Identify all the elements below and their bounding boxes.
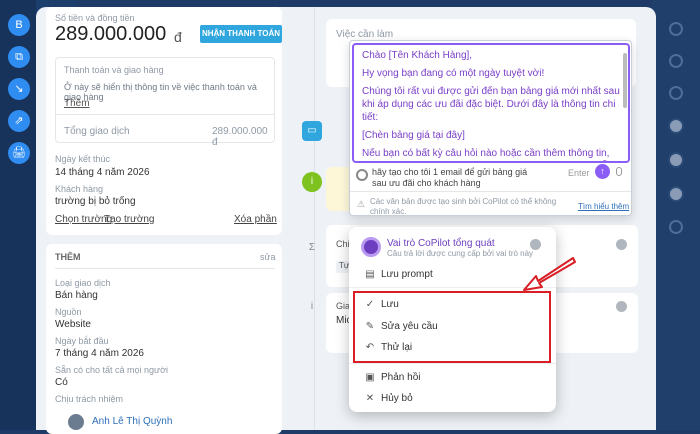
bookmark-icon: ▤ xyxy=(365,269,375,280)
client-label: Khách hàng xyxy=(55,184,104,194)
annotation-arrow xyxy=(523,257,576,291)
avatar[interactable] xyxy=(668,186,684,202)
prompt-input[interactable]: hãy tạo cho tôi 1 email để gửi bảng giá … xyxy=(372,167,542,189)
availability-label: Sẵn có cho tất cả mọi người xyxy=(55,365,168,375)
amount-label: Số tiền và đồng tiền xyxy=(55,13,135,23)
learn-more-link[interactable]: Tìm hiểu thêm xyxy=(578,202,629,211)
message-line: Nếu bạn có bất kỳ câu hỏi nào hoặc cần t… xyxy=(362,148,610,159)
end-date-label: Ngày kết thúc xyxy=(55,154,111,164)
divider xyxy=(349,363,556,364)
deal-info-card: Số tiền và đồng tiền 289.000.000 đ NHẬN … xyxy=(46,7,282,235)
mic-icon[interactable] xyxy=(616,167,622,176)
close-icon: ✕ xyxy=(365,393,375,404)
scrollbar[interactable] xyxy=(623,53,627,108)
avatar[interactable] xyxy=(68,414,84,430)
type-label: Loại giao dịch xyxy=(55,278,111,288)
currency: đ xyxy=(174,29,182,45)
sum-icon: Σ xyxy=(308,242,316,253)
menu-label: Phản hồi xyxy=(381,372,421,383)
divider xyxy=(350,191,631,192)
total-value: 289.000.000 đ xyxy=(212,126,268,148)
copilot-role-icon xyxy=(361,237,381,257)
section-title: THÊM xyxy=(55,252,81,262)
save-prompt-item[interactable]: ▤ Lưu prompt xyxy=(363,269,433,280)
tag-label: Tự xyxy=(339,261,350,270)
edit-link[interactable]: sửa xyxy=(260,252,276,262)
message-line: Chào [Tên Khách Hàng], xyxy=(362,50,473,61)
amount-value[interactable]: 289.000.000 xyxy=(55,23,166,46)
role-title[interactable]: Vai trò CoPilot tổng quát xyxy=(387,238,495,249)
feedback-icon: ▣ xyxy=(365,372,375,383)
bell-icon[interactable] xyxy=(669,22,683,36)
print-icon[interactable]: 🖨 xyxy=(8,142,30,164)
message-line: Hy vọng bạn đang có một ngày tuyệt vời! xyxy=(362,68,545,79)
copilot-panel: Chào [Tên Khách Hàng], Hy vọng bạn đang … xyxy=(349,40,632,216)
feedback-item[interactable]: ▣ Phản hồi xyxy=(363,372,420,383)
receive-payment-button[interactable]: NHẬN THANH TOÁN xyxy=(200,25,282,43)
info-icon[interactable]: i xyxy=(302,172,322,192)
role-info-icon[interactable] xyxy=(530,239,541,250)
comment-icon[interactable]: ▭ xyxy=(302,121,322,141)
type-value[interactable]: Bán hàng xyxy=(55,290,98,301)
avatar[interactable] xyxy=(668,118,684,134)
availability-value[interactable]: Có xyxy=(55,377,68,388)
todo-input[interactable]: Việc cần làm xyxy=(336,29,393,40)
highlight-box xyxy=(353,291,551,363)
divider xyxy=(56,114,274,115)
avatar-icon xyxy=(616,301,627,312)
divider xyxy=(55,268,275,269)
right-panel-bg xyxy=(652,0,700,430)
role-desc: Câu trả lời được cung cấp bởi vai trò nà… xyxy=(387,249,534,258)
cancel-item[interactable]: ✕ Hủy bỏ xyxy=(363,393,413,404)
responsible-user-link[interactable]: Anh Lê Thị Quỳnh xyxy=(92,416,172,427)
message-line: Chúng tôi rất vui được gửi đến bạn bảng … xyxy=(362,86,620,123)
create-field-link[interactable]: Tạo trường xyxy=(104,214,155,225)
avatar-icon xyxy=(616,239,627,250)
settings-icon[interactable] xyxy=(669,86,683,100)
source-value[interactable]: Website xyxy=(55,319,91,330)
info-icon: i xyxy=(310,301,314,312)
start-date-value[interactable]: 7 tháng 4 năm 2026 xyxy=(55,348,144,359)
enter-hint: Enter xyxy=(568,168,590,178)
activity-partial: Gia xyxy=(336,301,351,311)
client-value[interactable]: trường bị bỏ trống xyxy=(55,196,136,207)
arrow-icon[interactable]: ↘ xyxy=(8,78,30,100)
open-icon[interactable]: ⇗ xyxy=(8,110,30,132)
menu-label: Hủy bỏ xyxy=(381,393,413,404)
delete-section-link[interactable]: Xóa phần xyxy=(234,214,277,225)
disclaimer: Các văn bản được tạo sinh bởi CoPilot có… xyxy=(370,197,557,216)
menu-label: Lưu prompt xyxy=(381,269,433,280)
avatar[interactable] xyxy=(668,152,684,168)
source-label: Nguồn xyxy=(55,307,82,317)
copilot-icon xyxy=(356,169,368,181)
warning-icon: ⚠ xyxy=(357,199,366,209)
message-line: [Chèn bảng giá tại đây] xyxy=(362,130,465,141)
payment-title: Thanh toán và giao hàng xyxy=(64,65,164,75)
copilot-message[interactable]: Chào [Tên Khách Hàng], Hy vọng bạn đang … xyxy=(352,43,630,163)
end-date-value[interactable]: 14 tháng 4 năm 2026 xyxy=(55,167,150,178)
more-link[interactable]: Thêm xyxy=(64,98,90,109)
start-date-label: Ngày bắt đầu xyxy=(55,336,109,346)
activity-partial: Chi xyxy=(336,239,350,249)
payment-box: Thanh toán và giao hàng Ở này sẽ hiển th… xyxy=(55,57,275,148)
tool-button[interactable]: B xyxy=(8,14,30,36)
timeline-line xyxy=(314,7,315,430)
search-icon[interactable] xyxy=(669,220,683,234)
total-label: Tổng giao dịch xyxy=(64,126,130,137)
copy-icon[interactable]: ⧉ xyxy=(8,46,30,68)
send-button[interactable]: ↑ xyxy=(595,164,610,179)
left-tools: B ⧉ ↘ ⇗ 🖨 xyxy=(8,14,34,174)
more-info-card: THÊM sửa Loại giao dịch Bán hàng Nguồn W… xyxy=(46,244,282,434)
payment-desc: Ở này sẽ hiển thị thông tin về việc than… xyxy=(64,82,257,102)
responsible-label: Chịu trách nhiệm xyxy=(55,394,124,404)
chat-icon[interactable] xyxy=(669,54,683,68)
